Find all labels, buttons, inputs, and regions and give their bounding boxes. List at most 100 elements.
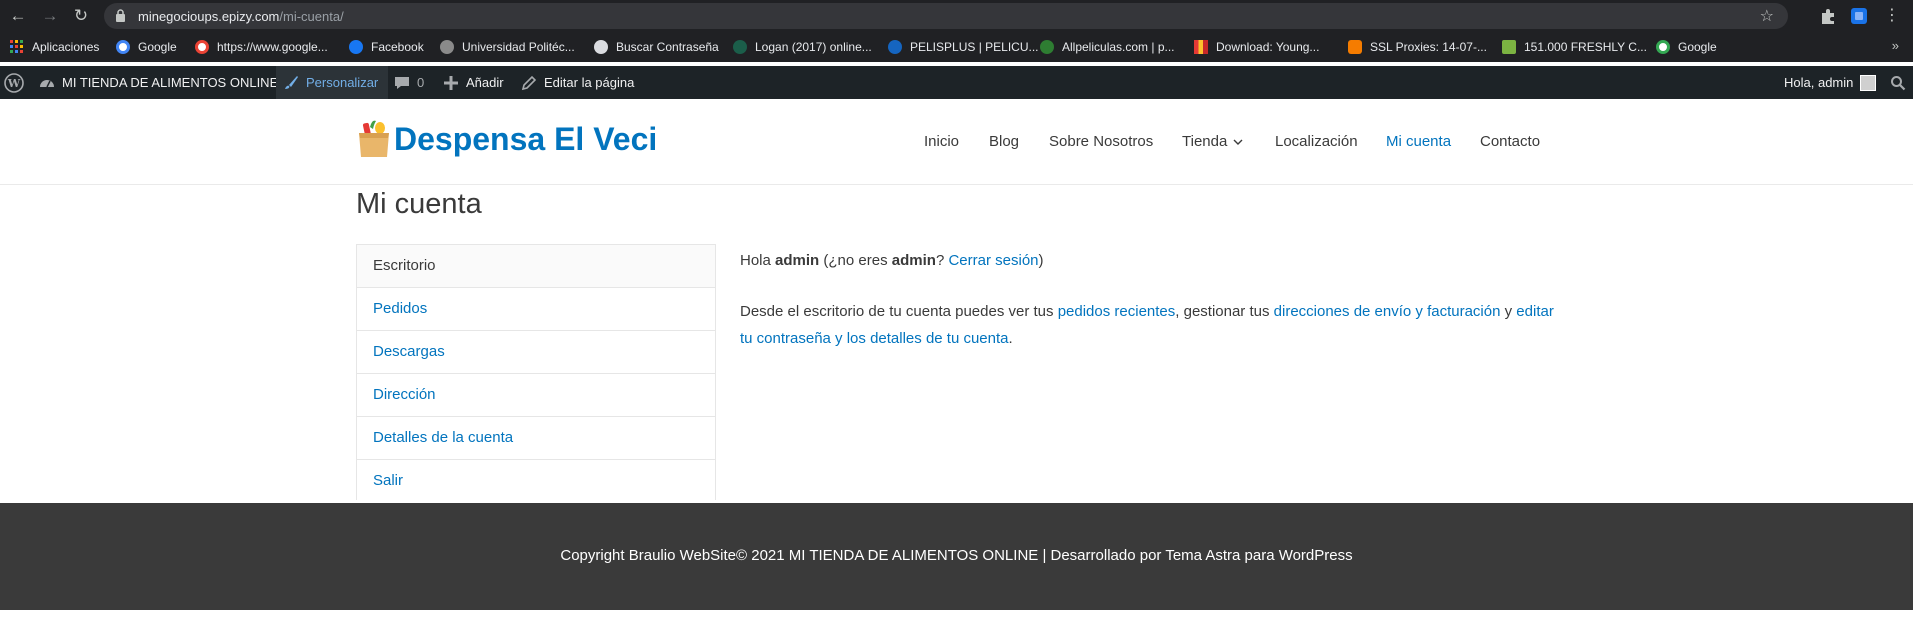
account-nav-pedidos[interactable]: Pedidos bbox=[357, 288, 715, 331]
facebook-icon bbox=[349, 40, 363, 54]
account-nav-descargas[interactable]: Descargas bbox=[357, 331, 715, 374]
nav-mi-cuenta[interactable]: Mi cuenta bbox=[1386, 133, 1451, 150]
admin-edit-page[interactable]: Editar la página bbox=[520, 66, 634, 99]
greeting-question: ? bbox=[935, 252, 945, 269]
bookmark-freshly[interactable]: 151.000 FRESHLY C... bbox=[1502, 39, 1647, 55]
site-header: Despensa El Veci Inicio Blog Sobre Nosot… bbox=[0, 99, 1913, 185]
wp-admin-bar: W MI TIENDA DE ALIMENTOS ONLINE Personal… bbox=[0, 66, 1913, 99]
bookmark-google-2[interactable]: Google bbox=[1656, 39, 1717, 55]
wordpress-logo-icon[interactable]: W bbox=[4, 66, 26, 99]
admin-greeting: Hola, admin bbox=[1784, 75, 1854, 90]
bookmark-pelisplus[interactable]: PELISPLUS | PELICU... bbox=[888, 39, 1039, 55]
plus-icon bbox=[444, 75, 458, 90]
admin-site-name[interactable]: MI TIENDA DE ALIMENTOS ONLINE bbox=[38, 66, 278, 99]
bookmark-ssl-proxies[interactable]: SSL Proxies: 14-07-... bbox=[1348, 39, 1487, 55]
google-icon bbox=[116, 40, 130, 54]
account-dashboard: Hola admin (¿no eres admin? Cerrar sesió… bbox=[740, 247, 1560, 352]
nav-localizacion[interactable]: Localización bbox=[1275, 133, 1358, 150]
blogger-icon bbox=[1348, 40, 1362, 54]
nav-sobre-nosotros[interactable]: Sobre Nosotros bbox=[1049, 133, 1153, 150]
account-nav-direccion[interactable]: Dirección bbox=[357, 374, 715, 417]
site-title[interactable]: Despensa El Veci bbox=[394, 121, 657, 158]
bookmark-download[interactable]: Download: Young... bbox=[1194, 39, 1319, 55]
browser-menu-icon[interactable]: ⋮ bbox=[1882, 6, 1902, 26]
reload-icon[interactable]: ↻ bbox=[69, 4, 93, 28]
globe-icon bbox=[594, 40, 608, 54]
admin-add-new-label: Añadir bbox=[466, 75, 504, 90]
allpeliculas-icon bbox=[1040, 40, 1054, 54]
download-icon bbox=[1194, 40, 1208, 54]
svg-text:W: W bbox=[7, 77, 21, 90]
bookmark-label: Universidad Politéc... bbox=[462, 40, 575, 54]
forward-icon[interactable]: → bbox=[38, 4, 62, 28]
address-bar[interactable]: minegocioups.epizy.com/mi-cuenta/ ☆ bbox=[104, 3, 1788, 29]
chevron-down-icon bbox=[1233, 139, 1243, 145]
bookmark-label: SSL Proxies: 14-07-... bbox=[1370, 40, 1487, 54]
greeting-not-you: (¿no eres bbox=[823, 252, 888, 269]
dashboard-gauge-icon bbox=[40, 79, 54, 87]
dashboard-text: Desde el escritorio de tu cuenta puedes … bbox=[740, 303, 1054, 320]
bookmark-star-icon[interactable]: ☆ bbox=[1760, 6, 1774, 26]
bookmark-aplicaciones[interactable]: Aplicaciones bbox=[10, 39, 99, 55]
nav-contacto[interactable]: Contacto bbox=[1480, 133, 1540, 150]
dashboard-text: . bbox=[1008, 330, 1013, 347]
bookmark-label: Facebook bbox=[371, 40, 424, 54]
admin-comments-count: 0 bbox=[417, 75, 425, 90]
bookmark-label: Aplicaciones bbox=[32, 40, 100, 54]
freshly-icon bbox=[1502, 40, 1516, 54]
admin-customize[interactable]: Personalizar bbox=[276, 66, 389, 99]
account-nav-detalles[interactable]: Detalles de la cuenta bbox=[357, 417, 715, 460]
url-text[interactable]: minegocioups.epizy.com/mi-cuenta/ bbox=[138, 9, 344, 24]
search-icon bbox=[1891, 75, 1906, 90]
admin-edit-page-label: Editar la página bbox=[544, 75, 635, 90]
bookmarks-overflow-icon[interactable]: » bbox=[1892, 38, 1899, 53]
admin-search-icon[interactable] bbox=[1890, 66, 1906, 99]
theme-credit-link[interactable]: Tema Astra para WordPress bbox=[1165, 547, 1352, 564]
recent-orders-link[interactable]: pedidos recientes bbox=[1058, 303, 1176, 320]
account-nav-salir[interactable]: Salir bbox=[357, 460, 715, 500]
bookmark-label: Download: Young... bbox=[1216, 40, 1320, 54]
lock-icon bbox=[116, 9, 125, 22]
admin-customize-label: Personalizar bbox=[306, 75, 379, 90]
bookmark-label: Allpeliculas.com | p... bbox=[1062, 40, 1175, 54]
apps-grid-icon bbox=[10, 40, 23, 53]
logout-link[interactable]: Cerrar sesión bbox=[948, 252, 1038, 269]
pelisplus-icon bbox=[888, 40, 902, 54]
bookmark-buscar-contrasena[interactable]: Buscar Contraseña bbox=[594, 39, 719, 55]
back-icon[interactable]: ← bbox=[6, 4, 30, 28]
page-title: Mi cuenta bbox=[356, 188, 482, 220]
nav-inicio[interactable]: Inicio bbox=[924, 133, 959, 150]
bookmark-allpeliculas[interactable]: Allpeliculas.com | p... bbox=[1040, 39, 1175, 55]
bookmark-google-search[interactable]: https://www.google... bbox=[195, 39, 328, 55]
copyright-text: Copyright Braulio WebSite© 2021 MI TIEND… bbox=[560, 547, 1162, 564]
vpn-extension-icon[interactable] bbox=[1849, 6, 1869, 26]
bookmark-label: https://www.google... bbox=[217, 40, 328, 54]
nav-tienda[interactable]: Tienda bbox=[1182, 133, 1243, 150]
bookmark-label: PELISPLUS | PELICU... bbox=[910, 40, 1039, 54]
paintbrush-icon bbox=[285, 75, 298, 89]
dashboard-text: , gestionar tus bbox=[1175, 303, 1270, 320]
google-icon bbox=[1656, 40, 1670, 54]
nav-blog[interactable]: Blog bbox=[989, 133, 1019, 150]
bookmark-universidad[interactable]: Universidad Politéc... bbox=[440, 39, 575, 55]
bookmark-google[interactable]: Google bbox=[116, 39, 177, 55]
university-icon bbox=[440, 40, 454, 54]
dashboard-text: y bbox=[1504, 303, 1513, 320]
admin-comments[interactable]: 0 bbox=[393, 66, 424, 99]
bookmark-facebook[interactable]: Facebook bbox=[349, 39, 424, 55]
bookmark-logan[interactable]: Logan (2017) online... bbox=[733, 39, 872, 55]
bookmark-label: Google bbox=[138, 40, 177, 54]
admin-add-new[interactable]: Añadir bbox=[442, 66, 504, 99]
greeting-close-paren: ) bbox=[1038, 252, 1044, 269]
bookmark-label: 151.000 FRESHLY C... bbox=[1524, 40, 1647, 54]
account-nav-escritorio[interactable]: Escritorio bbox=[357, 245, 715, 288]
browser-toolbar: ← → ↻ minegocioups.epizy.com/mi-cuenta/ … bbox=[0, 0, 1913, 32]
extensions-puzzle-icon[interactable] bbox=[1818, 6, 1838, 26]
bookmark-label: Google bbox=[1678, 40, 1717, 54]
grocery-bag-icon[interactable] bbox=[356, 119, 392, 159]
greeting-hello: Hola bbox=[740, 252, 771, 269]
admin-account[interactable]: Hola, admin bbox=[1784, 66, 1877, 99]
account-navigation: Escritorio Pedidos Descargas Dirección D… bbox=[356, 244, 716, 500]
addresses-link[interactable]: direcciones de envío y facturación bbox=[1274, 303, 1501, 320]
greeting-username-2: admin bbox=[891, 252, 936, 269]
